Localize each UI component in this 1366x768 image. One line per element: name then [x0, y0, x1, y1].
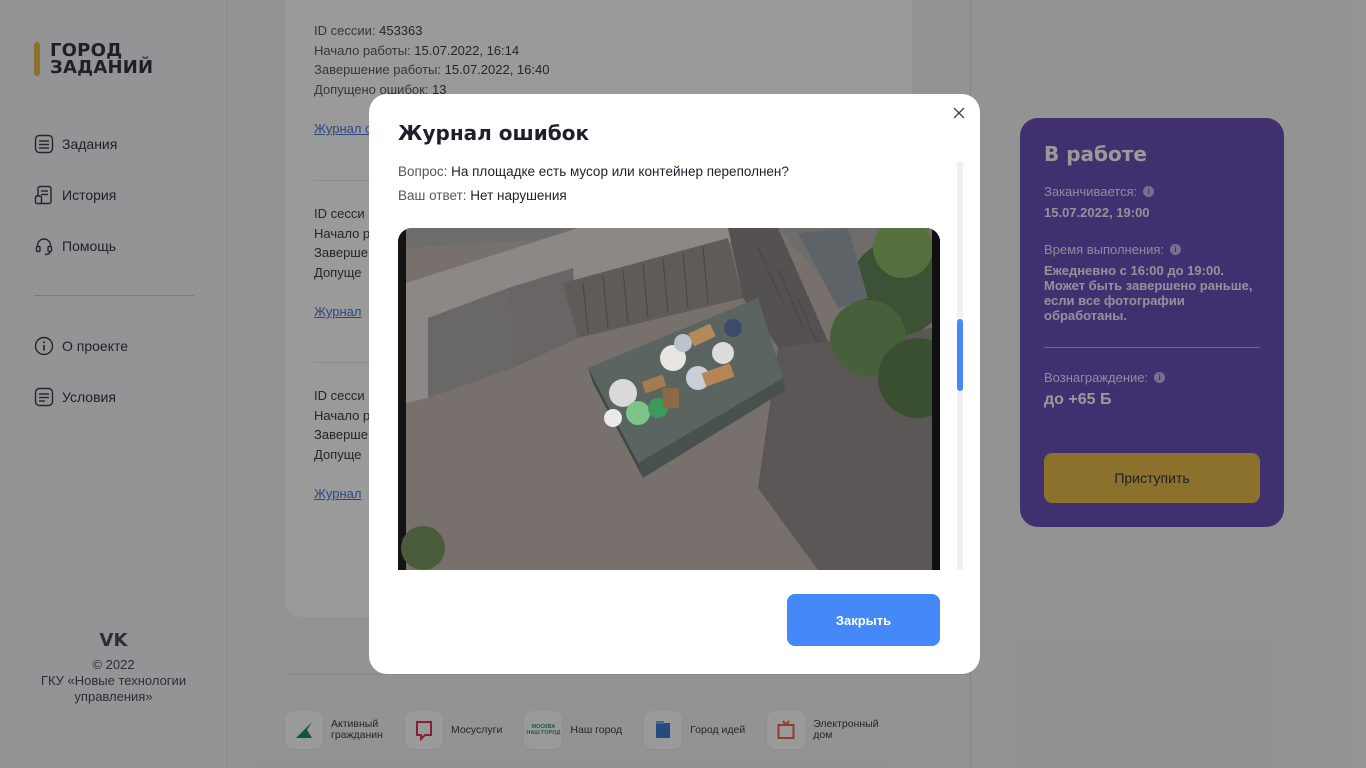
close-button[interactable]: Закрыть [787, 594, 940, 646]
photo-garbage-container [398, 228, 940, 570]
error-journal-modal: Журнал ошибок Вопрос: На площадке есть м… [369, 94, 980, 674]
close-icon[interactable] [949, 103, 969, 123]
answer-label: Ваш ответ: [398, 188, 467, 203]
question-label: Вопрос: [398, 164, 448, 179]
modal-title: Журнал ошибок [398, 121, 590, 145]
modal-scrollbar-thumb[interactable] [957, 319, 963, 391]
question-row: Вопрос: На площадке есть мусор или конте… [398, 160, 943, 184]
task-photo [398, 228, 940, 570]
answer-value: Нет нарушения [470, 188, 567, 203]
modal-body: Вопрос: На площадке есть мусор или конте… [398, 160, 943, 570]
modal-scrollbar[interactable] [957, 161, 963, 570]
question-value: На площадке есть мусор или контейнер пер… [451, 164, 789, 179]
answer-row: Ваш ответ: Нет нарушения [398, 184, 943, 208]
